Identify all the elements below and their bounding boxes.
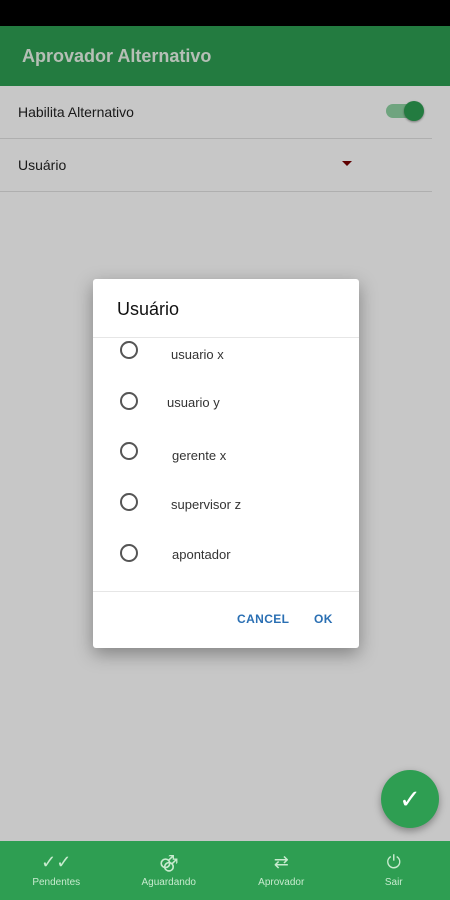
option-supervisor-z[interactable]: supervisor z (93, 485, 359, 525)
swap-icon: ⇄ (273, 852, 289, 872)
radio-icon[interactable] (120, 392, 138, 410)
person-icon: ⚣ (158, 852, 179, 872)
nav-label: Aguardando (141, 877, 197, 888)
check-icon: ✓ (399, 783, 421, 814)
nav-item-aprovador[interactable]: ⇄ Aprovador (225, 841, 338, 900)
radio-icon[interactable] (120, 442, 138, 460)
option-label: gerente x (172, 448, 227, 463)
dialog-bottom-divider (93, 591, 359, 592)
nav-label: Aprovador (258, 877, 305, 888)
option-label: usuario y (167, 395, 220, 410)
option-label: usuario x (171, 347, 224, 362)
power-icon: ⏻ (386, 852, 401, 872)
radio-icon[interactable] (120, 341, 138, 359)
ok-button[interactable]: OK (314, 612, 333, 626)
radio-icon[interactable] (120, 544, 138, 562)
nav-item-sair[interactable]: ⏻ Sair (338, 841, 450, 900)
nav-item-pendentes[interactable]: ✓✓ Pendentes (0, 841, 113, 900)
option-gerente-x[interactable]: gerente x (93, 434, 359, 474)
dialog-top-divider (93, 337, 359, 338)
status-bar (0, 0, 450, 26)
user-select-dialog: Usuário usuario x usuario y gerente x su… (93, 279, 359, 648)
dialog-title: Usuário (117, 299, 180, 319)
confirm-fab-button[interactable]: ✓ (381, 770, 439, 828)
option-apontador[interactable]: apontador (93, 536, 359, 576)
nav-label: Pendentes (32, 877, 81, 888)
double-check-icon: ✓✓ (41, 852, 72, 872)
radio-icon[interactable] (120, 493, 138, 511)
nav-item-aguardando[interactable]: ⚣ Aguardando (113, 841, 226, 900)
option-usuario-y[interactable]: usuario y (93, 383, 359, 423)
option-label: apontador (172, 547, 231, 562)
bottom-navigation: ✓✓ Pendentes ⚣ Aguardando ⇄ Aprovador ⏻ … (0, 841, 450, 900)
option-usuario-x[interactable]: usuario x (93, 339, 359, 379)
nav-label: Sair (384, 877, 403, 888)
option-label: supervisor z (171, 497, 242, 512)
cancel-button[interactable]: CANCEL (237, 612, 289, 626)
